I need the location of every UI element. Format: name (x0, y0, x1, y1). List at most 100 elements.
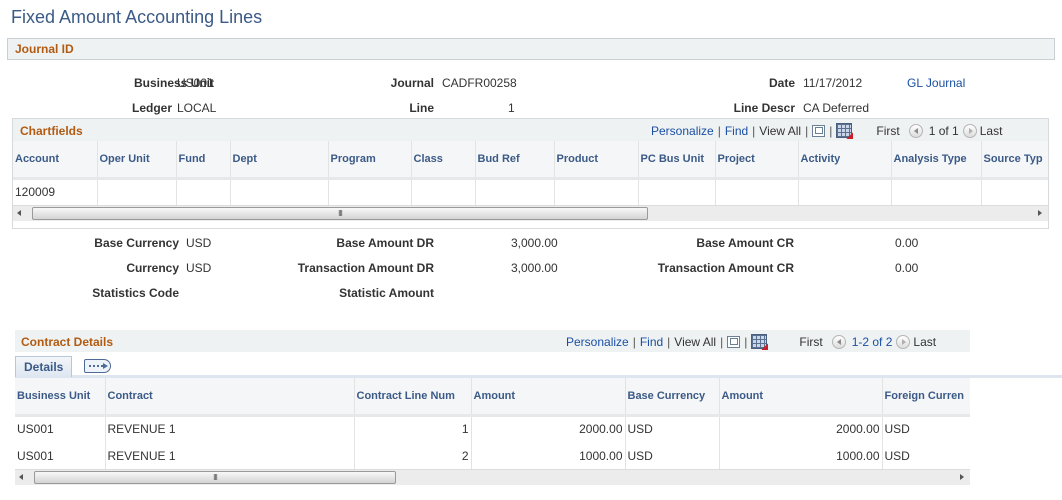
contract-details-horizontal-scrollbar[interactable] (15, 469, 970, 485)
next-row-icon[interactable] (896, 334, 911, 349)
download-to-excel-icon[interactable] (836, 123, 853, 138)
chartfields-find-link[interactable]: Find (725, 124, 748, 138)
contract-first-label[interactable]: First (799, 335, 822, 349)
column-header[interactable]: Amount (719, 378, 883, 417)
chartfields-grid: Chartfields Personalize | Find | View Al… (12, 118, 1049, 229)
table-cell (798, 178, 892, 205)
table-cell: 120009 (13, 178, 98, 205)
table-cell: 2000.00 (471, 415, 626, 442)
chartfields-table: Account Oper Unit Fund Dept Program Class Bud … (13, 141, 1048, 205)
table-cell: 1 (354, 415, 472, 442)
column-header[interactable]: Source Typ (981, 141, 1048, 180)
line-descr-label: Line Descr (733, 101, 795, 115)
table-cell (97, 178, 177, 205)
scrollbar-thumb[interactable] (34, 471, 396, 484)
table-cell: 1000.00 (471, 442, 626, 469)
column-header[interactable]: Contract Line Num (354, 378, 472, 417)
currency-value: USD (186, 261, 212, 275)
chartfields-view-all-link[interactable]: View All (759, 124, 801, 138)
table-cell (638, 178, 716, 205)
contract-details-title: Contract Details (21, 335, 114, 349)
column-header[interactable]: Dept (230, 141, 329, 180)
next-row-icon[interactable] (962, 123, 977, 138)
column-header[interactable]: Program (328, 141, 412, 180)
zoom-popout-icon[interactable] (727, 335, 741, 348)
chartfields-grid-header: Chartfields Personalize | Find | View Al… (13, 119, 1048, 141)
previous-row-icon[interactable] (831, 334, 846, 349)
column-header[interactable]: Amount (471, 378, 626, 417)
table-cell: 2 (354, 442, 472, 469)
transaction-amount-cr-value: 0.00 (895, 261, 919, 275)
table-cell: USD (625, 442, 720, 469)
base-amount-cr-value: 0.00 (895, 236, 919, 250)
column-header[interactable]: Product (554, 141, 639, 180)
table-cell: REVENUE 1 (105, 442, 355, 469)
table-cell: REVENUE 1 (105, 415, 355, 442)
chartfields-horizontal-scrollbar[interactable] (13, 205, 1048, 221)
line-label: Line (409, 101, 434, 115)
contract-view-all-link[interactable]: View All (674, 335, 716, 349)
table-cell: USD (625, 415, 720, 442)
table-cell (176, 178, 231, 205)
table-row: 120009 (13, 178, 1048, 205)
previous-row-icon[interactable] (908, 123, 923, 138)
column-header[interactable]: Business Unit (15, 378, 106, 417)
table-cell: US001 (15, 415, 106, 442)
table-cell (230, 178, 329, 205)
journal-value: CADFR00258 (442, 76, 517, 90)
chartfields-first-label[interactable]: First (876, 124, 899, 138)
journal-id-section-title: Journal ID (15, 42, 74, 56)
scrollbar-thumb[interactable] (32, 207, 648, 220)
table-cell: 2000.00 (719, 415, 883, 442)
column-header[interactable]: Class (411, 141, 476, 180)
base-amount-dr-value: 3,000.00 (511, 236, 558, 250)
column-header[interactable]: Base Currency (625, 378, 720, 417)
statistics-code-label: Statistics Code (92, 286, 179, 300)
table-cell (981, 178, 1048, 205)
column-header[interactable]: Account (13, 141, 98, 180)
transaction-amount-cr-label: Transaction Amount CR (657, 261, 794, 275)
table-row: US001 REVENUE 1 1 2000.00 USD 2000.00 USD (15, 415, 970, 442)
contract-range: 1-2 of 2 (851, 334, 893, 349)
currency-label: Currency (126, 261, 179, 275)
contract-details-grid: Contract Details Personalize | Find | Vi… (15, 330, 1062, 493)
table-cell: US001 (15, 442, 106, 469)
column-header[interactable]: Activity (798, 141, 892, 180)
contract-details-toolbar: Personalize | Find | View All | | First … (566, 334, 937, 349)
column-header[interactable]: Oper Unit (97, 141, 177, 180)
chartfields-range: 1 of 1 (928, 123, 959, 138)
contract-personalize-link[interactable]: Personalize (566, 335, 629, 349)
tab-details[interactable]: Details (15, 356, 73, 377)
ledger-value: LOCAL (177, 101, 217, 115)
zoom-popout-icon[interactable] (812, 124, 826, 137)
contract-find-link[interactable]: Find (640, 335, 663, 349)
gl-journal-link[interactable]: GL Journal (907, 76, 965, 90)
show-all-columns-icon[interactable] (84, 359, 111, 373)
column-header[interactable]: Contract (105, 378, 355, 417)
column-header[interactable]: Foreign Curren (882, 378, 970, 417)
column-header[interactable]: Fund (176, 141, 231, 180)
column-header[interactable]: Analysis Type (891, 141, 982, 180)
contract-last-label[interactable]: Last (913, 335, 936, 349)
chartfields-personalize-link[interactable]: Personalize (651, 124, 714, 138)
journal-id-section-header: Journal ID (7, 38, 1055, 60)
scroll-right-icon[interactable] (960, 474, 964, 480)
chartfields-toolbar: Personalize | Find | View All | | First … (651, 123, 1003, 138)
scroll-right-icon[interactable] (1038, 210, 1042, 216)
table-cell (411, 178, 476, 205)
column-header[interactable]: PC Bus Unit (638, 141, 716, 180)
base-currency-value: USD (186, 236, 212, 250)
table-cell (715, 178, 799, 205)
page-title: Fixed Amount Accounting Lines (11, 7, 263, 27)
base-amount-cr-label: Base Amount CR (696, 236, 794, 250)
scroll-left-icon[interactable] (19, 474, 23, 480)
column-header[interactable]: Bud Ref (475, 141, 555, 180)
business-unit-value: US001 (177, 76, 214, 90)
date-label: Date (768, 76, 795, 90)
scroll-left-icon[interactable] (17, 210, 21, 216)
download-to-excel-icon[interactable] (751, 334, 768, 349)
column-header[interactable]: Project (715, 141, 799, 180)
chartfields-last-label[interactable]: Last (980, 124, 1003, 138)
transaction-amount-dr-value: 3,000.00 (511, 261, 558, 275)
table-row: US001 REVENUE 1 2 1000.00 USD 1000.00 USD (15, 442, 970, 469)
